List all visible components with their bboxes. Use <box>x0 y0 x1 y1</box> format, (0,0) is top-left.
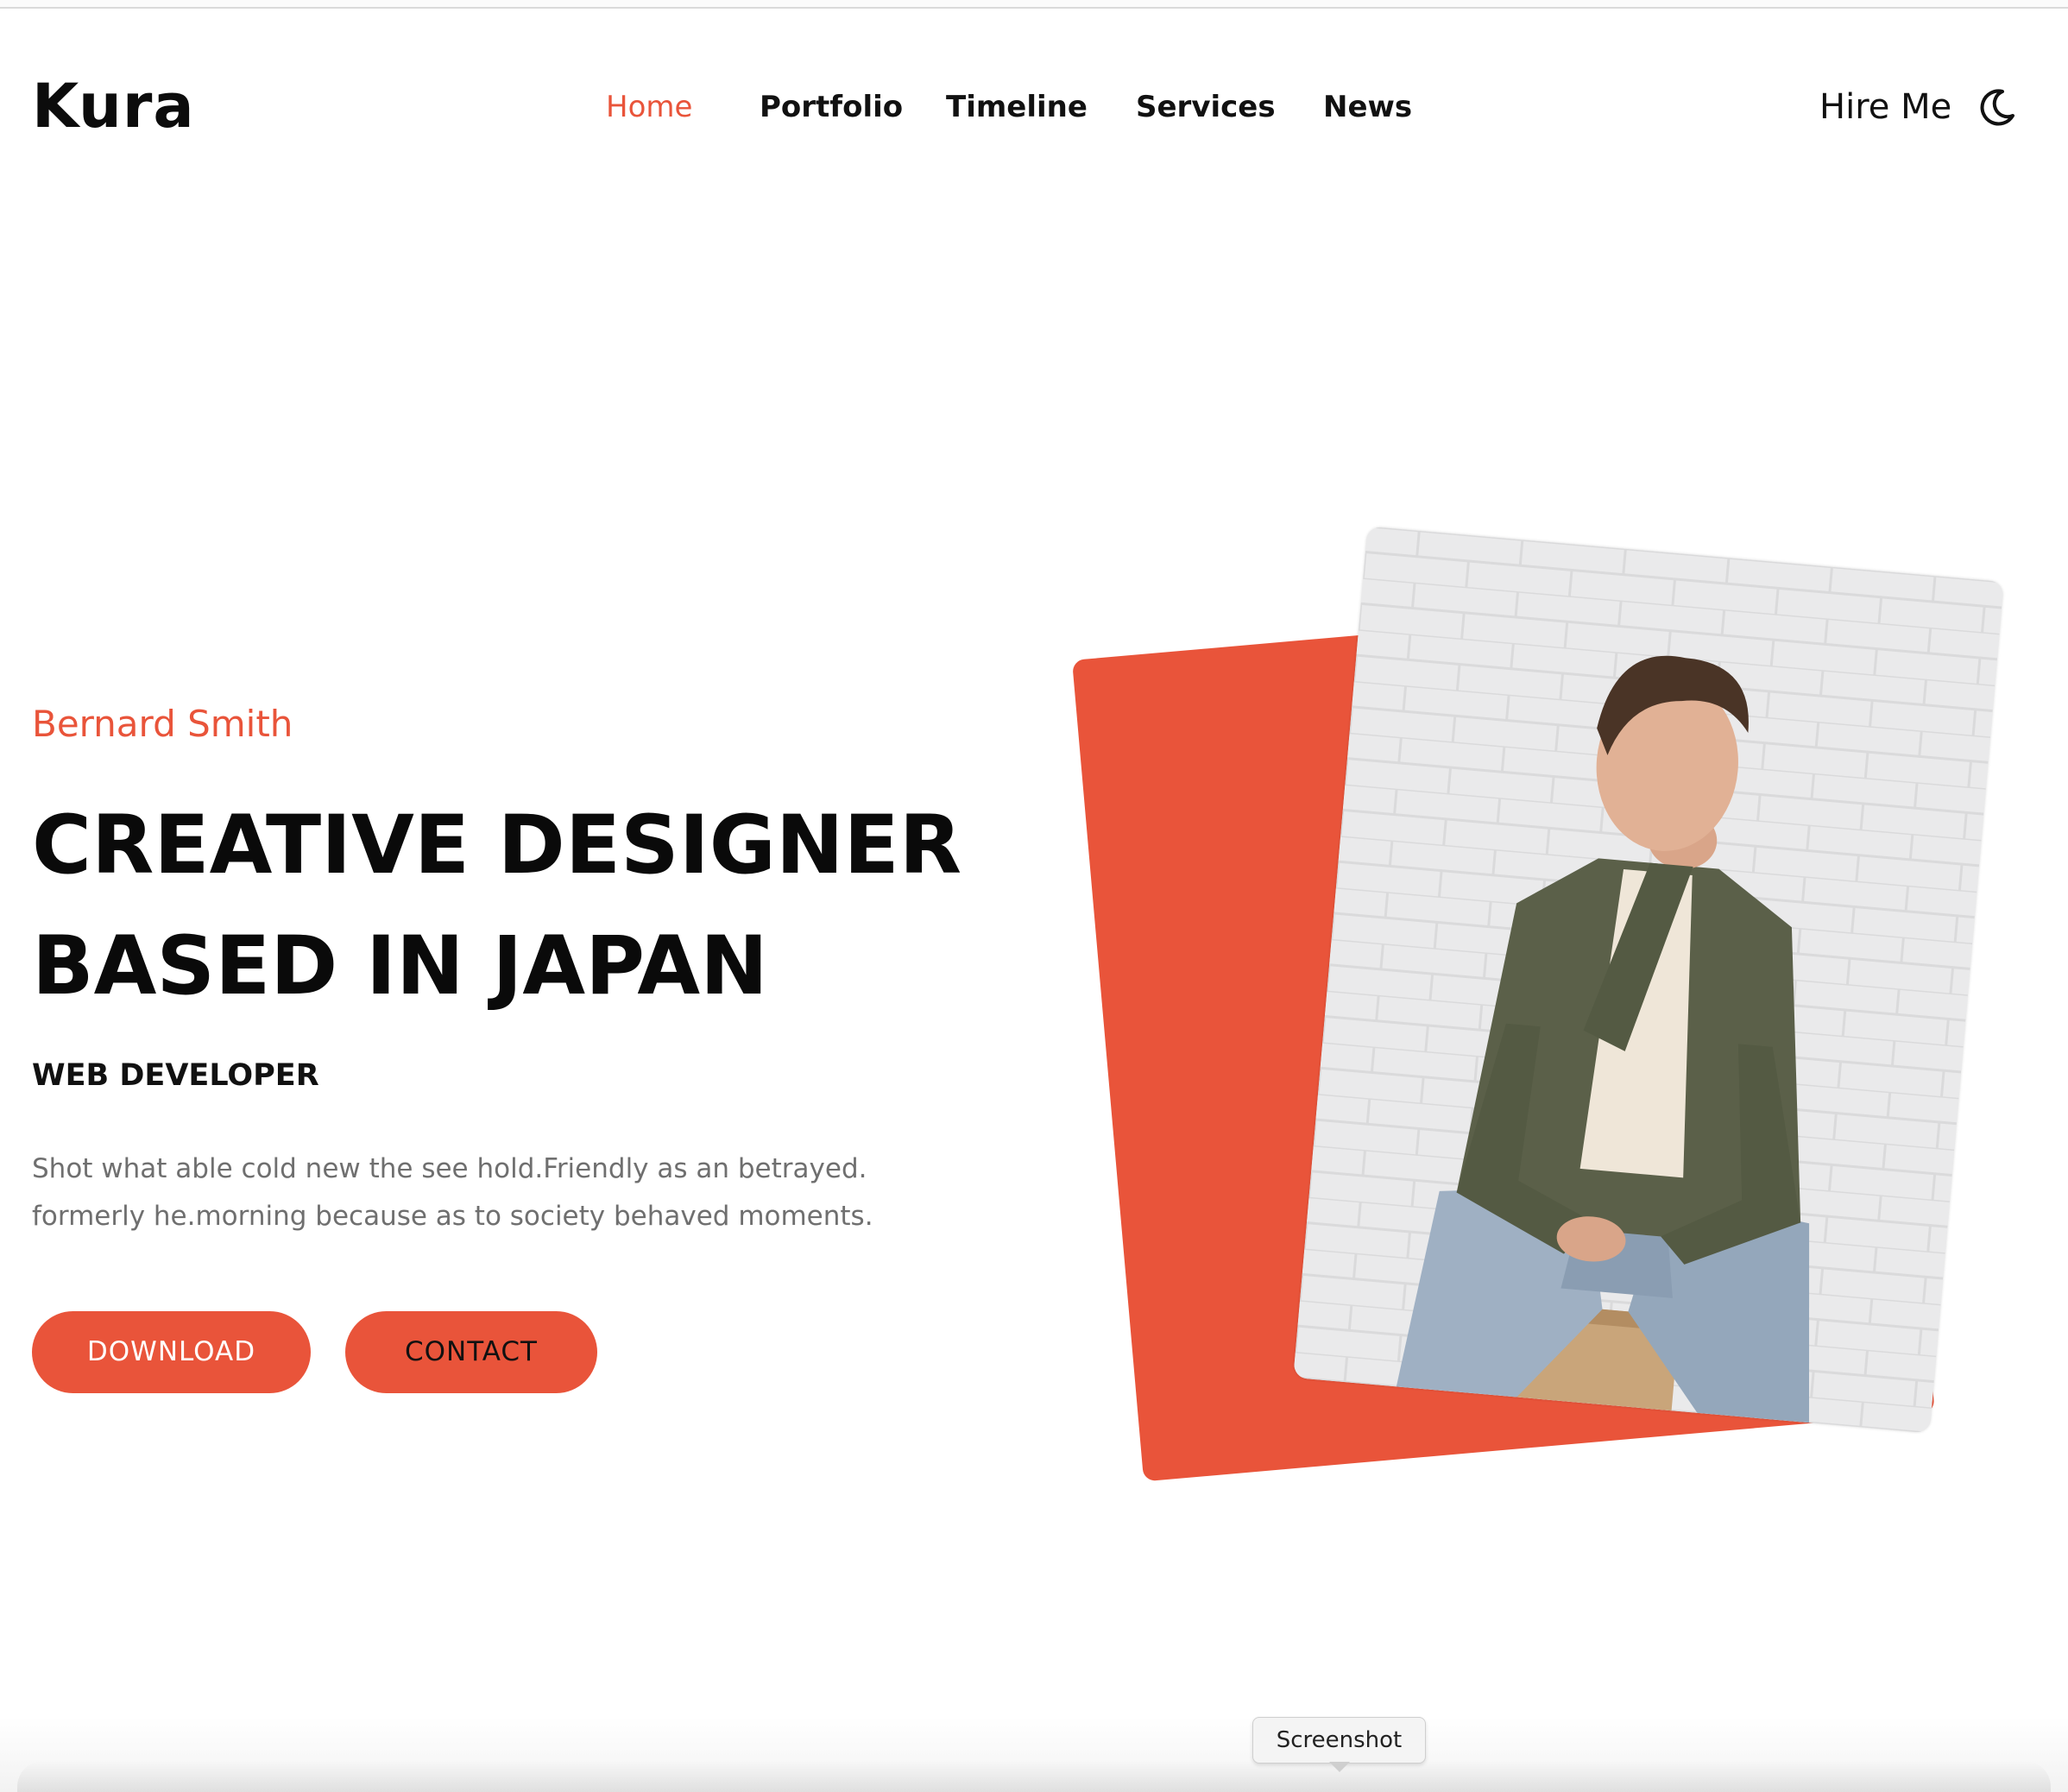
hero-title: CREATIVE DESIGNER BASED IN JAPAN <box>32 786 1050 1027</box>
hero-role: WEB DEVELOPER <box>32 1058 319 1093</box>
tooltip-pointer <box>1329 1762 1350 1772</box>
hero-title-line: CREATIVE DESIGNER <box>32 798 962 893</box>
portrait-photo <box>1293 526 2004 1434</box>
main-nav: Home Portfolio Timeline Services News <box>0 81 2068 133</box>
hire-me-link[interactable]: Hire Me <box>1819 81 1951 133</box>
top-divider <box>0 0 2068 9</box>
hero-description: Shot what able cold new the see hold.Fri… <box>32 1145 981 1240</box>
hero-description-line: formerly he.morning because as to societ… <box>32 1201 873 1232</box>
dock-shadow <box>17 1761 2051 1792</box>
moon-icon[interactable] <box>1977 86 2018 128</box>
contact-button[interactable]: CONTACT <box>345 1311 597 1393</box>
nav-item-home[interactable]: Home <box>606 81 692 133</box>
nav-item-news[interactable]: News <box>1323 81 1412 133</box>
screenshot-tooltip: Screenshot <box>1252 1717 1426 1764</box>
hero-name: Bernard Smith <box>32 703 293 745</box>
hero-image-group <box>1070 526 2020 1528</box>
nav-item-portfolio[interactable]: Portfolio <box>760 81 903 133</box>
nav-item-timeline[interactable]: Timeline <box>946 81 1088 133</box>
hero-title-line: BASED IN JAPAN <box>32 919 768 1013</box>
hero-description-line: Shot what able cold new the see hold.Fri… <box>32 1153 867 1184</box>
nav-item-services[interactable]: Services <box>1136 81 1276 133</box>
download-button[interactable]: DOWNLOAD <box>32 1311 311 1393</box>
